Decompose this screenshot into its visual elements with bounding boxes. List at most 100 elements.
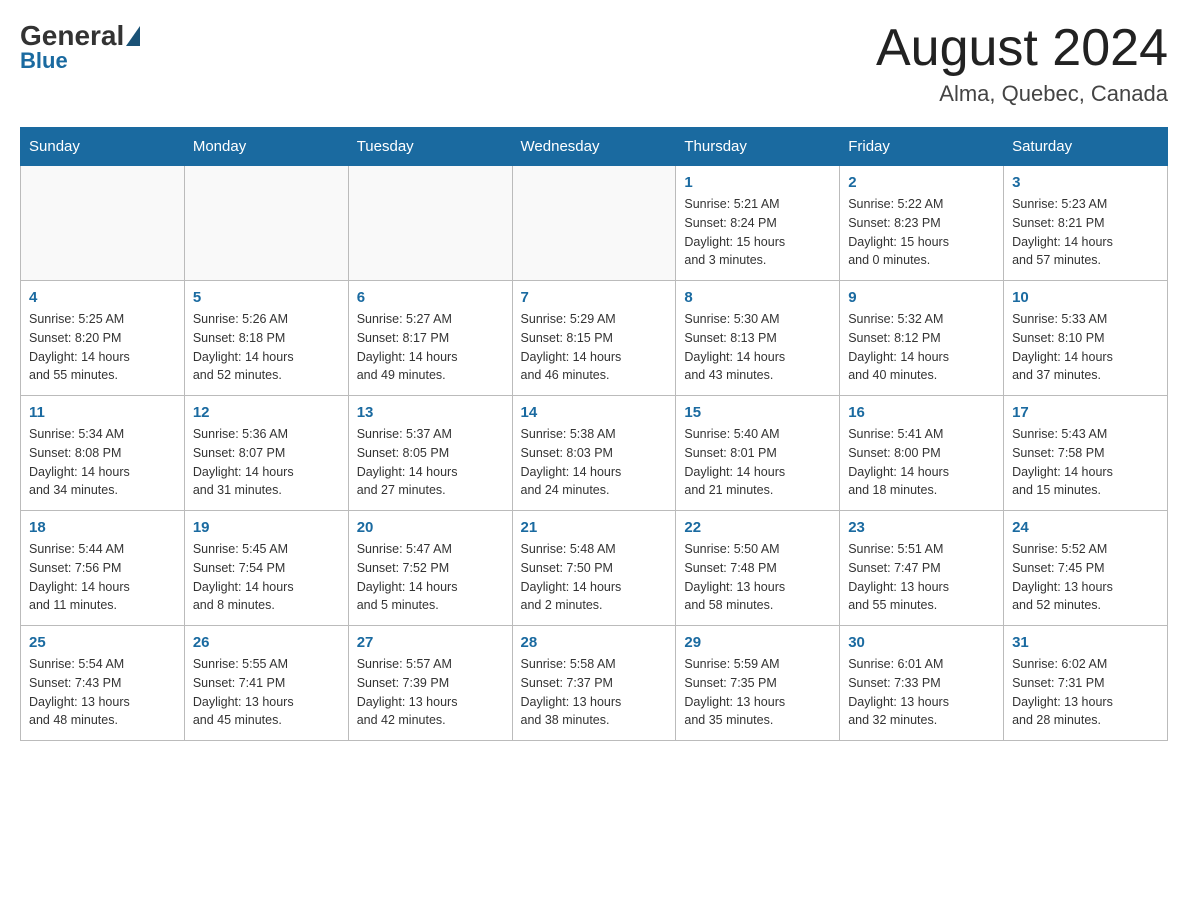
day-number: 25 bbox=[29, 634, 176, 651]
day-info: Sunrise: 5:51 AM Sunset: 7:47 PM Dayligh… bbox=[848, 540, 995, 615]
day-info: Sunrise: 5:50 AM Sunset: 7:48 PM Dayligh… bbox=[684, 540, 831, 615]
day-of-week-header: Sunday bbox=[21, 128, 185, 166]
day-number: 1 bbox=[684, 174, 831, 191]
day-number: 28 bbox=[521, 634, 668, 651]
day-number: 9 bbox=[848, 289, 995, 306]
calendar-cell: 3Sunrise: 5:23 AM Sunset: 8:21 PM Daylig… bbox=[1004, 166, 1168, 281]
logo: General Blue bbox=[20, 20, 142, 74]
day-number: 8 bbox=[684, 289, 831, 306]
day-number: 17 bbox=[1012, 404, 1159, 421]
title-section: August 2024 Alma, Quebec, Canada bbox=[876, 20, 1168, 107]
calendar-cell: 19 Sunrise: 5:45 AM Sunset: 7:54 PM Dayli… bbox=[184, 511, 348, 626]
calendar-cell: 28 Sunrise: 5:58 AM Sunset: 7:37 PM Dayli… bbox=[512, 626, 676, 741]
day-info: Sunrise: 5:45 AM Sunset: 7:54 PM Dayligh… bbox=[193, 540, 340, 615]
calendar-cell: 17Sunrise: 5:43 AM Sunset: 7:58 PM Dayli… bbox=[1004, 396, 1168, 511]
day-number: 12 bbox=[193, 404, 340, 421]
day-info: Sunrise: 5:54 AM Sunset: 7:43 PM Dayligh… bbox=[29, 655, 176, 730]
calendar-cell: 18 Sunrise: 5:44 AM Sunset: 7:56 PM Dayli… bbox=[21, 511, 185, 626]
calendar-cell: 11 Sunrise: 5:34 AM Sunset: 8:08 PM Dayli… bbox=[21, 396, 185, 511]
calendar-cell: 16Sunrise: 5:41 AM Sunset: 8:00 PM Dayli… bbox=[840, 396, 1004, 511]
day-number: 18 bbox=[29, 519, 176, 536]
calendar-cell: 26 Sunrise: 5:55 AM Sunset: 7:41 PM Dayli… bbox=[184, 626, 348, 741]
calendar-cell: 22 Sunrise: 5:50 AM Sunset: 7:48 PM Dayli… bbox=[676, 511, 840, 626]
day-info: Sunrise: 5:48 AM Sunset: 7:50 PM Dayligh… bbox=[521, 540, 668, 615]
page-header: General Blue August 2024 Alma, Quebec, C… bbox=[20, 20, 1168, 107]
day-number: 7 bbox=[521, 289, 668, 306]
day-of-week-header: Saturday bbox=[1004, 128, 1168, 166]
calendar-cell: 9 Sunrise: 5:32 AM Sunset: 8:12 PM Daylig… bbox=[840, 281, 1004, 396]
calendar-cell bbox=[184, 166, 348, 281]
day-info: Sunrise: 5:44 AM Sunset: 7:56 PM Dayligh… bbox=[29, 540, 176, 615]
day-number: 3 bbox=[1012, 174, 1159, 191]
day-number: 15 bbox=[684, 404, 831, 421]
day-number: 22 bbox=[684, 519, 831, 536]
day-number: 19 bbox=[193, 519, 340, 536]
calendar-cell: 1 Sunrise: 5:21 AM Sunset: 8:24 PM Daylig… bbox=[676, 166, 840, 281]
calendar-cell: 8Sunrise: 5:30 AM Sunset: 8:13 PM Daylig… bbox=[676, 281, 840, 396]
day-number: 10 bbox=[1012, 289, 1159, 306]
month-year-title: August 2024 bbox=[876, 20, 1168, 77]
calendar-cell: 10 Sunrise: 5:33 AM Sunset: 8:10 PM Dayli… bbox=[1004, 281, 1168, 396]
day-number: 31 bbox=[1012, 634, 1159, 651]
calendar-cell: 21 Sunrise: 5:48 AM Sunset: 7:50 PM Dayli… bbox=[512, 511, 676, 626]
day-number: 4 bbox=[29, 289, 176, 306]
day-info: Sunrise: 5:52 AM Sunset: 7:45 PM Dayligh… bbox=[1012, 540, 1159, 615]
day-info: Sunrise: 6:01 AM Sunset: 7:33 PM Dayligh… bbox=[848, 655, 995, 730]
logo-blue: Blue bbox=[20, 48, 68, 74]
day-info: Sunrise: 5:29 AM Sunset: 8:15 PM Dayligh… bbox=[521, 310, 668, 385]
calendar-cell bbox=[21, 166, 185, 281]
day-of-week-header: Friday bbox=[840, 128, 1004, 166]
day-info: Sunrise: 5:37 AM Sunset: 8:05 PM Dayligh… bbox=[357, 425, 504, 500]
calendar-cell: 29Sunrise: 5:59 AM Sunset: 7:35 PM Dayli… bbox=[676, 626, 840, 741]
day-of-week-header: Monday bbox=[184, 128, 348, 166]
calendar-cell: 2 Sunrise: 5:22 AM Sunset: 8:23 PM Daylig… bbox=[840, 166, 1004, 281]
day-number: 2 bbox=[848, 174, 995, 191]
day-number: 14 bbox=[521, 404, 668, 421]
day-number: 24 bbox=[1012, 519, 1159, 536]
calendar-body: 1 Sunrise: 5:21 AM Sunset: 8:24 PM Daylig… bbox=[21, 166, 1168, 741]
calendar-cell: 7 Sunrise: 5:29 AM Sunset: 8:15 PM Daylig… bbox=[512, 281, 676, 396]
location-subtitle: Alma, Quebec, Canada bbox=[876, 81, 1168, 107]
day-info: Sunrise: 5:32 AM Sunset: 8:12 PM Dayligh… bbox=[848, 310, 995, 385]
day-info: Sunrise: 5:38 AM Sunset: 8:03 PM Dayligh… bbox=[521, 425, 668, 500]
calendar-header: SundayMondayTuesdayWednesdayThursdayFrid… bbox=[21, 128, 1168, 166]
day-number: 6 bbox=[357, 289, 504, 306]
day-info: Sunrise: 5:22 AM Sunset: 8:23 PM Dayligh… bbox=[848, 195, 995, 270]
calendar-week-row: 11 Sunrise: 5:34 AM Sunset: 8:08 PM Dayli… bbox=[21, 396, 1168, 511]
calendar-week-row: 18 Sunrise: 5:44 AM Sunset: 7:56 PM Dayli… bbox=[21, 511, 1168, 626]
day-of-week-header: Wednesday bbox=[512, 128, 676, 166]
calendar-cell: 30Sunrise: 6:01 AM Sunset: 7:33 PM Dayli… bbox=[840, 626, 1004, 741]
day-info: Sunrise: 5:57 AM Sunset: 7:39 PM Dayligh… bbox=[357, 655, 504, 730]
calendar-cell: 20 Sunrise: 5:47 AM Sunset: 7:52 PM Dayli… bbox=[348, 511, 512, 626]
day-info: Sunrise: 5:34 AM Sunset: 8:08 PM Dayligh… bbox=[29, 425, 176, 500]
calendar-cell: 12 Sunrise: 5:36 AM Sunset: 8:07 PM Dayli… bbox=[184, 396, 348, 511]
day-number: 27 bbox=[357, 634, 504, 651]
calendar-cell: 15 Sunrise: 5:40 AM Sunset: 8:01 PM Dayli… bbox=[676, 396, 840, 511]
calendar-cell bbox=[348, 166, 512, 281]
day-info: Sunrise: 5:59 AM Sunset: 7:35 PM Dayligh… bbox=[684, 655, 831, 730]
day-info: Sunrise: 5:40 AM Sunset: 8:01 PM Dayligh… bbox=[684, 425, 831, 500]
day-info: Sunrise: 5:58 AM Sunset: 7:37 PM Dayligh… bbox=[521, 655, 668, 730]
calendar-cell: 5Sunrise: 5:26 AM Sunset: 8:18 PM Daylig… bbox=[184, 281, 348, 396]
calendar-cell: 6Sunrise: 5:27 AM Sunset: 8:17 PM Daylig… bbox=[348, 281, 512, 396]
day-number: 21 bbox=[521, 519, 668, 536]
day-info: Sunrise: 5:21 AM Sunset: 8:24 PM Dayligh… bbox=[684, 195, 831, 270]
calendar-week-row: 1 Sunrise: 5:21 AM Sunset: 8:24 PM Daylig… bbox=[21, 166, 1168, 281]
days-of-week-row: SundayMondayTuesdayWednesdayThursdayFrid… bbox=[21, 128, 1168, 166]
calendar-cell: 14 Sunrise: 5:38 AM Sunset: 8:03 PM Dayli… bbox=[512, 396, 676, 511]
calendar-cell: 24 Sunrise: 5:52 AM Sunset: 7:45 PM Dayli… bbox=[1004, 511, 1168, 626]
calendar-week-row: 25 Sunrise: 5:54 AM Sunset: 7:43 PM Dayli… bbox=[21, 626, 1168, 741]
day-number: 11 bbox=[29, 404, 176, 421]
day-number: 20 bbox=[357, 519, 504, 536]
calendar-cell: 23Sunrise: 5:51 AM Sunset: 7:47 PM Dayli… bbox=[840, 511, 1004, 626]
logo-triangle-icon bbox=[126, 26, 140, 46]
day-info: Sunrise: 5:33 AM Sunset: 8:10 PM Dayligh… bbox=[1012, 310, 1159, 385]
day-number: 16 bbox=[848, 404, 995, 421]
day-number: 26 bbox=[193, 634, 340, 651]
day-info: Sunrise: 5:36 AM Sunset: 8:07 PM Dayligh… bbox=[193, 425, 340, 500]
day-number: 13 bbox=[357, 404, 504, 421]
day-info: Sunrise: 6:02 AM Sunset: 7:31 PM Dayligh… bbox=[1012, 655, 1159, 730]
day-info: Sunrise: 5:47 AM Sunset: 7:52 PM Dayligh… bbox=[357, 540, 504, 615]
calendar-week-row: 4Sunrise: 5:25 AM Sunset: 8:20 PM Daylig… bbox=[21, 281, 1168, 396]
day-info: Sunrise: 5:55 AM Sunset: 7:41 PM Dayligh… bbox=[193, 655, 340, 730]
